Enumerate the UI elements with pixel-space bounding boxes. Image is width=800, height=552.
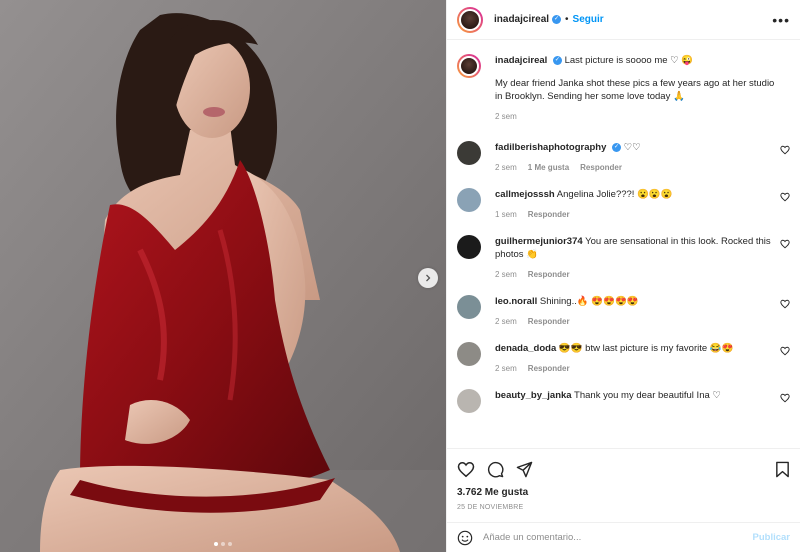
commenter-avatar[interactable] [457,141,481,165]
comment-input[interactable] [483,532,753,543]
share-icon[interactable] [516,461,533,478]
commenter-avatar[interactable] [457,389,481,413]
next-slide-button[interactable] [418,268,438,288]
comment-time[interactable]: 2 sem [495,364,517,373]
post-side-panel: inadajcireal ✓ • Seguir ••• inadajcireal… [446,0,800,552]
comment-row: callmejosssh Angelina Jolie???! 😮😮😮 1 sem… [457,188,790,219]
like-comment-heart-icon[interactable] [780,239,790,249]
author-avatar[interactable] [457,6,483,33]
comment-row: denada_doda 😎😎 btw last picture is my fa… [457,342,790,373]
more-options-icon[interactable]: ••• [772,12,790,28]
post-photo [0,0,446,552]
comment-row: beauty_by_janka Thank you my dear beauti… [457,389,790,413]
like-comment-heart-icon[interactable] [780,299,790,309]
follow-button[interactable]: Seguir [573,14,604,25]
comment-text: Thank you my dear beautiful Ina ♡ [574,390,721,401]
carousel-dot [214,542,218,546]
reply-button[interactable]: Responder [528,317,570,326]
bookmark-icon[interactable] [775,461,790,478]
commenter-username[interactable]: leo.norall [495,296,537,307]
post-header: inadajcireal ✓ • Seguir ••• [447,0,800,40]
commenter-avatar[interactable] [457,342,481,366]
like-comment-heart-icon[interactable] [780,192,790,202]
reply-button[interactable]: Responder [528,210,570,219]
like-comment-heart-icon[interactable] [780,145,790,155]
carousel-dot [228,542,232,546]
comment-icon[interactable] [487,461,504,478]
likes-count[interactable]: 3.762 Me gusta [457,487,790,498]
caption-text: Last picture is soooo me ♡ 😜 [564,55,694,66]
caption-time[interactable]: 2 sem [495,112,517,121]
caption-avatar[interactable] [457,54,481,78]
verified-icon: ✓ [552,55,562,65]
comment-row: guilhermejunior374 You are sensational i… [457,235,790,279]
comment-text: 😎😎 btw last picture is my favorite 😂😍 [558,343,734,354]
commenter-avatar[interactable] [457,235,481,259]
caption-paragraph: My dear friend Janka shot these pics a f… [495,78,775,102]
comment-row: leo.norall Shining..🔥 😍😍😍😍 2 sem Responder [457,295,790,326]
like-comment-heart-icon[interactable] [780,393,790,403]
post-media [0,0,446,552]
carousel-dots [214,542,232,546]
comment-text: Shining..🔥 😍😍😍😍 [539,296,639,307]
commenter-username[interactable]: denada_doda [495,343,556,354]
like-comment-heart-icon[interactable] [780,346,790,356]
comment-time[interactable]: 1 sem [495,210,517,219]
carousel-dot [221,542,225,546]
reply-button[interactable]: Responder [580,163,622,172]
comment-time[interactable]: 2 sem [495,317,517,326]
comment-text: ♡♡ [623,142,641,153]
caption-username[interactable]: inadajcireal [495,55,547,66]
author-username[interactable]: inadajcireal [494,14,549,25]
commenter-username[interactable]: guilhermejunior374 [495,236,583,247]
verified-icon: ✓ [552,15,562,24]
commenter-username[interactable]: beauty_by_janka [495,390,572,401]
verified-icon: ✓ [612,142,622,152]
add-comment-bar: Publicar [447,522,800,552]
post-caption: inadajcireal ✓ Last picture is soooo me … [457,54,790,121]
comment-row: fadilberishaphotography ✓ ♡♡ 2 sem 1 Me gu… [457,141,790,172]
chevron-right-icon [426,274,431,282]
comments-list: inadajcireal ✓ Last picture is soooo me … [447,40,800,448]
reply-button[interactable]: Responder [528,364,570,373]
reply-button[interactable]: Responder [528,270,570,279]
post-actions: 3.762 Me gusta 25 DE NOVIEMBRE Publicar [447,448,800,552]
separator-dot: • [565,14,569,25]
comment-time[interactable]: 2 sem [495,163,517,172]
comment-time[interactable]: 2 sem [495,270,517,279]
commenter-username[interactable]: callmejosssh [495,189,555,200]
comment-text: Angelina Jolie???! 😮😮😮 [556,189,673,200]
emoji-icon[interactable] [457,530,473,546]
heart-icon[interactable] [457,461,475,478]
post-date: 25 DE NOVIEMBRE [457,504,524,511]
instagram-post: inadajcireal ✓ • Seguir ••• inadajcireal… [0,0,800,552]
commenter-avatar[interactable] [457,295,481,319]
comment-likes[interactable]: 1 Me gusta [528,163,569,172]
publish-button[interactable]: Publicar [753,532,791,543]
commenter-username[interactable]: fadilberishaphotography [495,142,606,153]
commenter-avatar[interactable] [457,188,481,212]
